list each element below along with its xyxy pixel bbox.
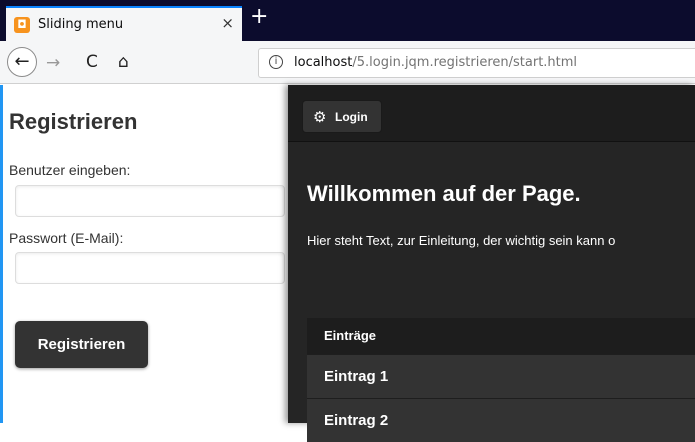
gear-icon: ⚙ [313, 108, 327, 126]
username-label: Benutzer eingeben: [9, 162, 131, 178]
list-item[interactable]: Eintrag 2 [307, 398, 695, 442]
login-button[interactable]: ⚙ Login [302, 100, 382, 133]
favicon-icon: ◘ [14, 17, 30, 33]
page-title: Willkommen auf der Page. [307, 181, 581, 206]
url-path: /5.login.jqm.registrieren/start.html [352, 55, 578, 70]
entries-list: Einträge Eintrag 1 Eintrag 2 [307, 318, 695, 442]
back-button[interactable]: ← [7, 47, 37, 77]
tab-title: Sliding menu [38, 17, 124, 32]
url-host: localhost [294, 55, 353, 70]
close-icon[interactable]: × [221, 14, 234, 32]
panel-title: Registrieren [9, 109, 138, 134]
page-content: Registrieren Benutzer eingeben: Passwort… [0, 85, 695, 442]
intro-text: Hier steht Text, zur Einleitung, der wic… [307, 233, 616, 248]
main-page: ⚙ Login Willkommen auf der Page. Hier st… [288, 85, 695, 442]
url-bar[interactable]: i localhost/5.login.jqm.registrieren/sta… [258, 48, 695, 78]
register-button[interactable]: Registrieren [15, 321, 148, 368]
side-panel: Registrieren Benutzer eingeben: Passwort… [0, 85, 288, 423]
page-header: ⚙ Login [288, 85, 695, 142]
new-tab-button[interactable]: + [250, 4, 268, 29]
tab-bar: ◘ Sliding menu × + [0, 0, 695, 41]
list-divider: Einträge [307, 318, 695, 354]
home-button[interactable]: ⌂ [118, 52, 129, 72]
browser-tab[interactable]: ◘ Sliding menu × [6, 6, 242, 41]
forward-button[interactable]: → [46, 53, 60, 73]
login-label: Login [335, 110, 368, 124]
info-icon[interactable]: i [269, 55, 283, 69]
list-item[interactable]: Eintrag 1 [307, 354, 695, 398]
password-label: Passwort (E-Mail): [9, 230, 124, 246]
navigation-bar: ← → C ⌂ i localhost/5.login.jqm.registri… [0, 41, 695, 84]
url-text: localhost/5.login.jqm.registrieren/start… [294, 55, 577, 70]
username-input[interactable] [15, 185, 285, 217]
password-input[interactable] [15, 252, 285, 284]
reload-button[interactable]: C [86, 52, 98, 72]
